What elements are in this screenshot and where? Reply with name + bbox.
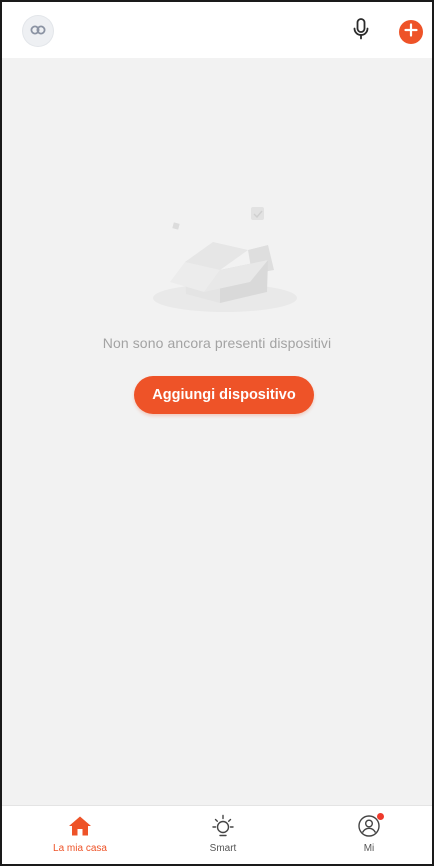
notification-badge	[377, 813, 384, 820]
tab-home[interactable]: La mia casa	[40, 812, 120, 862]
add-button[interactable]	[399, 20, 423, 44]
tab-smart-label: Smart	[209, 843, 237, 854]
tab-smart[interactable]: Smart	[183, 812, 263, 862]
add-device-button[interactable]: Aggiungi dispositivo	[134, 376, 314, 414]
tab-home-label: La mia casa	[53, 843, 107, 854]
empty-state-message: Non sono ancora presenti dispositivi	[102, 335, 332, 351]
empty-box-icon	[140, 200, 305, 320]
account-avatar-icon	[29, 22, 47, 40]
voice-button[interactable]	[348, 17, 374, 46]
home-icon	[66, 812, 94, 840]
microphone-icon	[351, 17, 371, 46]
plus-icon	[404, 22, 418, 42]
tab-me[interactable]: Mi	[329, 812, 409, 862]
tab-me-label: Mi	[363, 843, 375, 854]
top-bar	[2, 2, 432, 58]
app-screen: Non sono ancora presenti dispositivi Agg…	[0, 0, 434, 866]
bottom-tab-bar: La mia casa Smart Mi	[2, 805, 432, 864]
sun-icon	[209, 812, 237, 840]
account-avatar[interactable]	[23, 16, 53, 46]
